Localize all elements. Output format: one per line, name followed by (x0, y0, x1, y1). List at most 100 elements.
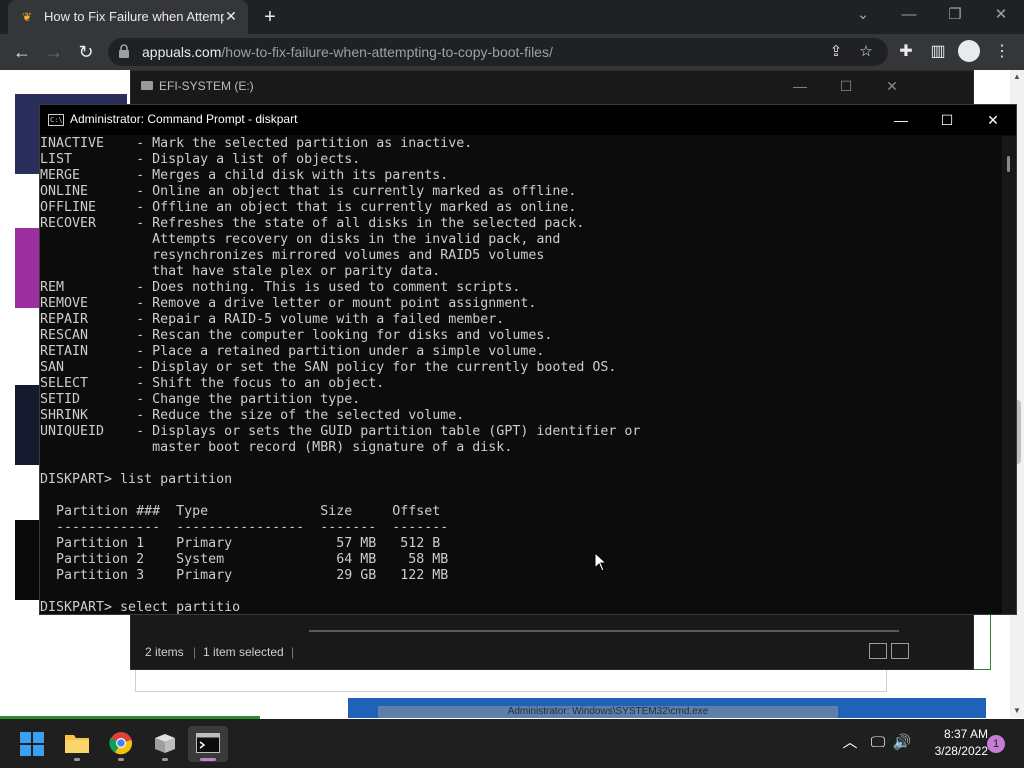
cmd-maximize-icon[interactable]: ☐ (924, 105, 970, 135)
running-indicator (162, 758, 168, 761)
details-view-icon[interactable] (869, 643, 887, 659)
console-line: INACTIVE - Mark the selected partition a… (40, 136, 473, 151)
console-line: SELECT - Shift the focus to an object. (40, 376, 385, 391)
console-line: OFFLINE - Offline an object that is curr… (40, 200, 577, 215)
notification-badge[interactable]: 1 (987, 735, 1005, 753)
share-icon[interactable]: ⇪ (826, 42, 846, 62)
console-line: MERGE - Merges a child disk with its par… (40, 168, 449, 183)
status-separator: | (291, 645, 295, 659)
back-icon[interactable]: ← (10, 40, 34, 64)
console-line: RECOVER - Refreshes the state of all dis… (40, 216, 585, 231)
console-line: DISKPART> list partition (40, 472, 233, 487)
forward-icon[interactable]: → (42, 40, 66, 64)
console-line: REM - Does nothing. This is used to comm… (40, 280, 521, 295)
console-line: RESCAN - Rescan the computer looking for… (40, 328, 553, 343)
chrome-icon (109, 732, 133, 755)
command-prompt-window[interactable]: C:\ Administrator: Command Prompt - disk… (39, 104, 1017, 615)
cmd-title: Administrator: Command Prompt - diskpart (70, 112, 298, 126)
clock-date[interactable]: 3/28/2022 (920, 744, 988, 758)
console-line: SAN - Display or set the SAN policy for … (40, 360, 617, 375)
explorer-status-bar: 2 items | 1 item selected | (131, 637, 913, 667)
running-indicator (200, 758, 216, 761)
app-box-taskbar-button[interactable] (145, 726, 185, 762)
explorer-close-icon[interactable]: ✕ (877, 75, 907, 97)
menu-icon[interactable]: ⋮ (990, 40, 1014, 64)
explorer-minimize-icon[interactable]: — (785, 75, 815, 97)
embedded-window-title: Administrator: Windows\SYSTEM32\cmd.exe (378, 706, 838, 718)
explorer-lower-panel (135, 668, 887, 692)
explorer-maximize-icon[interactable]: ☐ (831, 75, 861, 97)
console-line: LIST - Display a list of objects. (40, 152, 361, 167)
file-explorer-icon (65, 735, 89, 753)
file-explorer-taskbar-button[interactable] (57, 726, 97, 762)
item-count: 2 items (145, 645, 184, 659)
embedded-screenshot: Administrator: Windows\SYSTEM32\cmd.exe (348, 698, 986, 718)
profile-icon[interactable] (958, 40, 980, 62)
url-text: appuals.com/how-to-fix-failure-when-atte… (142, 44, 553, 60)
console-line: DISKPART> select partitio (40, 600, 248, 614)
console-line: Attempts recovery on disks in the invali… (40, 232, 561, 247)
site-favicon-icon: ❦ (22, 10, 33, 24)
tab-close-icon[interactable]: ✕ (222, 7, 240, 25)
terminal-icon (196, 733, 220, 753)
cmd-close-icon[interactable]: ✕ (970, 105, 1016, 135)
large-icons-view-icon[interactable] (891, 643, 909, 659)
app-box-icon (155, 734, 175, 753)
volume-icon[interactable]: 🔊 (890, 731, 914, 755)
start-icon (20, 732, 44, 756)
reload-icon[interactable]: ↻ (74, 40, 98, 64)
tab-search-icon[interactable]: ⌄ (840, 0, 886, 34)
show-hidden-icons-icon[interactable]: ︿ (838, 731, 862, 755)
status-separator: | (193, 645, 197, 659)
explorer-scrollbar[interactable] (309, 630, 899, 632)
console-output[interactable]: INACTIVE - Mark the selected partition a… (40, 136, 1002, 614)
console-line: SHRINK - Reduce the size of the selected… (40, 408, 465, 423)
console-line: UNIQUEID - Displays or sets the GUID par… (40, 424, 641, 439)
url-host: appuals.com (142, 44, 222, 60)
console-line: Partition 1 Primary 57 MB 512 B (40, 536, 441, 551)
console-line: Partition 2 System 64 MB 58 MB (40, 552, 449, 567)
browser-tab-strip: ❦ How to Fix Failure when Attempting to … (0, 0, 1024, 34)
selection-count: 1 item selected (203, 645, 284, 659)
console-line: ONLINE - Online an object that is curren… (40, 184, 577, 199)
extensions-icon[interactable]: ✚ (894, 40, 918, 64)
close-icon[interactable]: ✕ (978, 0, 1024, 34)
bookmark-star-icon[interactable]: ☆ (856, 42, 876, 62)
taskbar: ︿ 🖵 🔊 8:37 AM 3/28/2022 1 (0, 719, 1024, 768)
new-tab-button[interactable]: + (258, 5, 282, 29)
scroll-down-icon[interactable]: ▼ (1012, 706, 1022, 715)
terminal-taskbar-button[interactable] (188, 726, 228, 762)
chrome-taskbar-button[interactable] (101, 726, 141, 762)
cmd-minimize-icon[interactable]: — (878, 105, 924, 135)
mouse-pointer-icon (594, 552, 608, 572)
running-indicator (74, 758, 80, 761)
network-icon[interactable]: 🖵 (866, 731, 890, 755)
start-button[interactable] (12, 726, 52, 762)
console-line: that have stale plex or parity data. (40, 264, 441, 279)
explorer-title: EFI-SYSTEM (E:) (159, 79, 254, 93)
cmd-title-bar[interactable]: C:\ Administrator: Command Prompt - disk… (40, 105, 1016, 135)
clock-time[interactable]: 8:37 AM (920, 727, 988, 741)
console-line: master boot record (MBR) signature of a … (40, 440, 513, 455)
cmd-scrollbar-thumb[interactable] (1007, 156, 1010, 172)
console-line: ------------- ---------------- ------- -… (40, 520, 449, 535)
browser-tab[interactable]: ❦ How to Fix Failure when Attempting to … (8, 0, 248, 34)
side-panel-icon[interactable]: ▥ (926, 40, 950, 64)
drive-icon (141, 81, 153, 90)
console-line: SETID - Change the partition type. (40, 392, 361, 407)
lock-icon (119, 44, 129, 58)
scroll-up-icon[interactable]: ▲ (1012, 72, 1022, 81)
console-line: Partition ### Type Size Offset (40, 504, 441, 519)
minimize-icon[interactable]: — (886, 0, 932, 34)
running-indicator (118, 758, 124, 761)
restore-icon[interactable]: ❐ (932, 0, 978, 34)
browser-toolbar: ← → ↻ appuals.com/how-to-fix-failure-whe… (0, 34, 1024, 70)
console-line: resynchronizes mirrored volumes and RAID… (40, 248, 545, 263)
console-line: REMOVE - Remove a drive letter or mount … (40, 296, 537, 311)
cmd-app-icon: C:\ (48, 114, 64, 126)
address-bar[interactable]: appuals.com/how-to-fix-failure-when-atte… (108, 38, 888, 66)
cmd-scrollbar[interactable] (1002, 136, 1016, 614)
console-line: RETAIN - Place a retained partition unde… (40, 344, 545, 359)
console-line: Partition 3 Primary 29 GB 122 MB (40, 568, 449, 583)
tab-title: How to Fix Failure when Attempting to Co… (44, 9, 224, 24)
